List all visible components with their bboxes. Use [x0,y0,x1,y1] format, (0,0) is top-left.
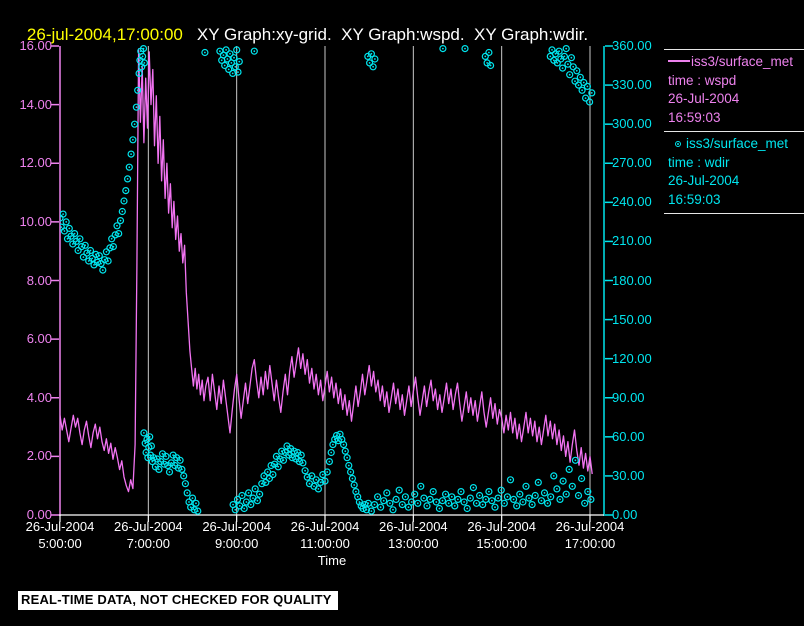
x-tick-date: 26-Jul-2004 [202,519,271,534]
x-axis-title: Time [317,553,347,568]
x-axis-tick-label: 26-Jul-2004 15:00:00 [452,518,552,552]
x-tick-time: 5:00:00 [38,536,82,551]
legend-source: iss3/surface_met [691,54,794,69]
legend-param: time : wspd [668,72,737,88]
legend-date: 26-Jul-2004 [668,91,740,106]
legend-time: 16:59:03 [668,191,721,207]
legend-entry-wspd: iss3/surface_met time : wspd 26-Jul-2004… [664,50,804,131]
legend-source: iss3/surface_met [686,136,789,151]
x-axis-tick-label: 26-Jul-2004 17:00:00 [540,518,640,552]
x-tick-time: 13:00:00 [388,536,439,551]
x-tick-date: 26-Jul-2004 [290,519,360,534]
right-axis-tick-label: 300.00 [612,116,652,132]
left-axis-tick-label: 10.00 [19,213,52,229]
x-axis-tick-label: 26-Jul-2004 13:00:00 [363,518,463,552]
legend-divider [664,213,804,214]
left-axis-tick-label: 8.00 [26,272,52,288]
x-tick-time: 9:00:00 [214,536,259,551]
x-tick-time: 11:00:00 [300,536,350,551]
right-axis-tick-label: 330.00 [612,77,652,93]
x-tick-date: 26-Jul-2004 [467,519,536,534]
right-axis-tick-label: 240.00 [612,194,652,210]
wspd-line-sample-icon [668,60,690,62]
left-axis-tick-label: 14.00 [19,96,52,112]
right-axis-tick-label: 270.00 [612,155,652,171]
x-tick-date: 26-Jul-2004 [25,519,95,534]
x-tick-date: 26-Jul-2004 [555,519,625,534]
x-tick-time: 15:00:00 [476,536,527,551]
right-axis-tick-label: 90.00 [612,389,645,405]
right-axis-tick-label: 60.00 [612,428,645,444]
legend-time: 16:59:03 [668,109,721,125]
legend-date: 26-Jul-2004 [668,173,740,188]
x-tick-date: 26-Jul-2004 [379,519,448,534]
right-axis-tick-label: 360.00 [612,38,652,53]
x-axis-tick-label: 26-Jul-2004 7:00:00 [98,518,198,552]
x-tick-date: 26-Jul-2004 [114,519,183,534]
right-axis-tick-label: 30.00 [612,467,645,483]
x-tick-time: 7:00:00 [126,536,171,551]
left-axis-tick-label: 16.00 [19,38,52,53]
left-axis-tick-label: 6.00 [26,331,52,347]
x-axis-tick-label: 26-Jul-2004 5:00:00 [10,518,110,552]
legend-param: time : wdir [668,154,730,170]
right-axis-tick-label: 150.00 [612,311,652,327]
right-axis-tick-label: 210.00 [612,233,652,249]
left-axis-tick-label: 12.00 [19,155,52,171]
right-axis-tick-label: 120.00 [612,350,652,366]
left-axis-tick-label: 4.00 [26,389,52,405]
wspd-line-series [60,48,593,493]
x-axis-tick-label: 26-Jul-2004 11:00:00 [275,518,375,552]
left-axis-tick-label: 2.00 [26,448,52,464]
x-tick-time: 17:00:00 [564,536,616,551]
quality-notice: REAL-TIME DATA, NOT CHECKED FOR QUALITY [18,591,338,610]
xy-graph-window: 26-jul-2004,17:00:00 XY Graph:xy-grid. XY… [0,0,804,626]
x-axis-tick-label: 26-Jul-2004 9:00:00 [187,518,287,552]
legend-entry-wdir: iss3/surface_met time : wdir 26-Jul-2004… [664,132,804,213]
wdir-marker-icon [675,141,681,147]
legend-panel: iss3/surface_met time : wspd 26-Jul-2004… [664,49,804,214]
right-axis-tick-label: 180.00 [612,272,652,288]
